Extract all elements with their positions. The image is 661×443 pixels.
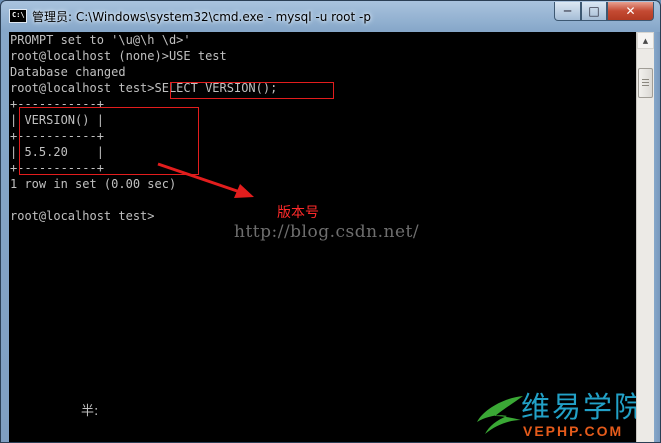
window-right-frame [654,32,660,442]
scroll-thumb-grip [642,85,649,86]
maximize-button[interactable]: □ [581,2,607,21]
minimize-button[interactable]: ─ [554,2,581,21]
scroll-up-button[interactable]: ▲ [637,32,654,49]
site-logo: 维易学院 VEPHP.COM [473,384,636,442]
maximize-icon: □ [588,4,600,18]
console-output[interactable]: PROMPT set to '\u@\h \d>' root@localhost… [9,32,636,442]
scroll-thumb[interactable] [638,68,653,98]
annotation-label: 版本号 [277,205,319,221]
console-line: 1 row in set (0.00 sec) [10,177,177,191]
annotation-arrow-shaft [157,162,241,194]
minimize-icon: ─ [563,4,572,18]
vertical-scrollbar[interactable]: ▲ [636,32,654,442]
console-line: root@localhost (none)>USE test [10,49,227,63]
close-button[interactable]: ✕ [607,2,654,21]
close-icon: ✕ [625,4,636,18]
console-line: root@localhost test> [10,209,155,223]
ime-status: 半: [81,404,99,419]
logo-swoosh-icon [477,396,523,434]
window-title: 管理员: C:\Windows\system32\cmd.exe - mysql… [32,10,371,24]
cmd-icon[interactable]: C:\ [9,9,27,23]
title-bar[interactable]: C:\ 管理员: C:\Windows\system32\cmd.exe - m… [1,1,660,33]
console-line: PROMPT set to '\u@\h \d>' [10,33,191,47]
scroll-up-icon: ▲ [642,36,649,45]
scroll-thumb-grip [642,79,649,80]
watermark-text: http://blog.csdn.net/ [234,222,420,242]
logo-cn-text: 维易学院 [521,390,636,424]
logo-en-text: VEPHP.COM [523,423,624,439]
cmd-icon-glyph: C:\ [12,11,25,19]
annotation-arrowhead [234,184,254,198]
console-line: Database changed [10,65,126,79]
scroll-thumb-grip [642,82,649,83]
cmd-window: C:\ 管理员: C:\Windows\system32\cmd.exe - m… [0,0,661,443]
annotation-arrow [157,162,254,198]
highlight-box-query [170,82,334,99]
